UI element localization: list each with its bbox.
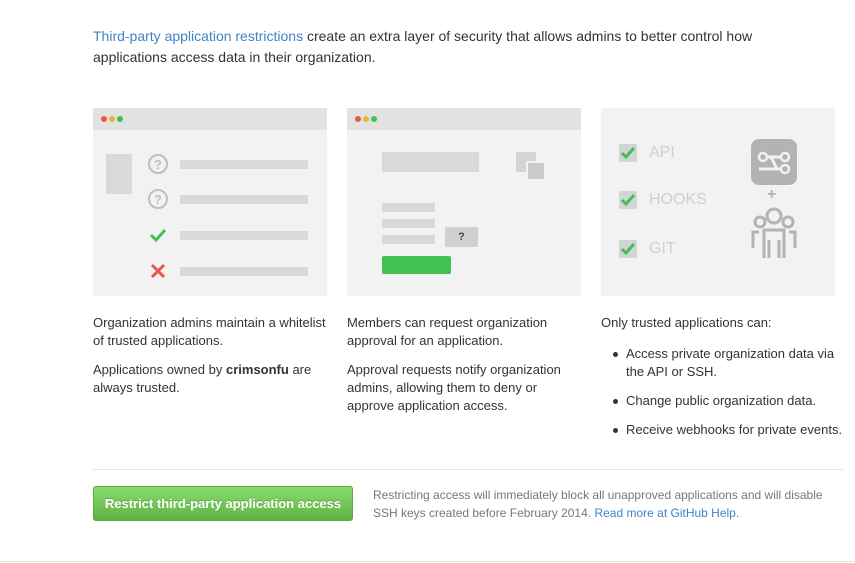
placeholder-line (180, 195, 308, 204)
api-app-icon (751, 139, 797, 185)
svg-text:?: ? (154, 192, 162, 207)
question-badge: ? (445, 227, 478, 247)
checkbox-icon (619, 144, 637, 162)
minimize-dot-icon (363, 116, 369, 122)
plus-sign: + (767, 186, 777, 203)
approve-placeholder-button (382, 256, 451, 274)
list-item: Access private organization data via the… (601, 345, 846, 381)
copy-icon-back (526, 161, 546, 181)
placeholder-line (382, 235, 435, 244)
owned-prefix: Applications owned by (93, 362, 226, 377)
list-item: Change public organization data. (601, 392, 846, 410)
check-label-api: API (649, 144, 675, 161)
window-titlebar (93, 108, 327, 130)
maximize-dot-icon (117, 116, 123, 122)
request-description: Members can request organization approva… (347, 314, 587, 426)
question-icon: ? (148, 189, 168, 209)
question-icon: ? (148, 154, 168, 174)
maximize-dot-icon (371, 116, 377, 122)
restrict-note: Restricting access will immediately bloc… (373, 486, 843, 522)
approval-text: Approval requests notify organization ad… (347, 362, 561, 413)
restrict-access-button[interactable]: Restrict third-party application access (93, 486, 353, 521)
placeholder-line (180, 267, 308, 276)
placeholder-avatar (106, 154, 132, 194)
org-name: crimsonfu (225, 362, 289, 377)
intro-text: Third-party application restrictions cre… (93, 26, 813, 68)
bottom-divider (0, 561, 855, 562)
request-text: Members can request organization approva… (347, 315, 548, 348)
whitelist-text: Organization admins maintain a whitelist… (93, 315, 326, 348)
placeholder-line (180, 231, 308, 240)
cross-icon (150, 263, 166, 279)
divider (93, 469, 843, 470)
minimize-dot-icon (109, 116, 115, 122)
close-dot-icon (355, 116, 361, 122)
check-icon (149, 228, 167, 243)
check-label-hooks: HOOKS (649, 191, 707, 208)
check-label-git: GIT (649, 240, 676, 257)
list-item: Receive webhooks for private events. (601, 421, 846, 439)
placeholder-line (382, 219, 435, 228)
placeholder-line (180, 160, 308, 169)
checkbox-icon (619, 240, 637, 258)
placeholder-title (382, 152, 479, 172)
illustration-whitelist: ? ? (93, 108, 327, 296)
placeholder-line (382, 203, 435, 212)
restrictions-link[interactable]: Third-party application restrictions (93, 28, 303, 44)
owned-text: Applications owned by crimsonfu are alwa… (93, 361, 333, 397)
trusted-intro: Only trusted applications can: (601, 315, 772, 330)
trusted-description: Only trusted applications can: Access pr… (601, 314, 846, 450)
help-link[interactable]: Read more at GitHub Help. (594, 506, 739, 520)
checkbox-icon (619, 191, 637, 209)
organization-icon (751, 207, 797, 258)
trusted-list: Access private organization data via the… (601, 345, 846, 439)
illustration-request: ? (347, 108, 581, 296)
window-titlebar (347, 108, 581, 130)
illustration-trusted: API HOOKS GIT + (601, 108, 835, 296)
whitelist-description: Organization admins maintain a whitelist… (93, 314, 333, 408)
close-dot-icon (101, 116, 107, 122)
svg-text:?: ? (154, 157, 162, 172)
